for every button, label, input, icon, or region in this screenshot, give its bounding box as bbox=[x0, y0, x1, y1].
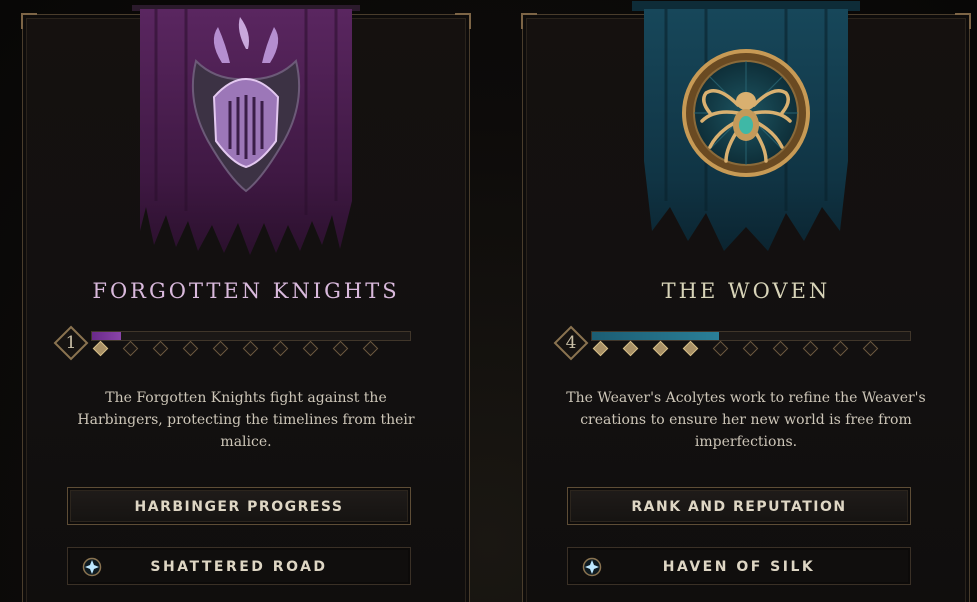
progress-fill bbox=[592, 332, 720, 340]
faction-banner bbox=[632, 1, 860, 251]
rank-node bbox=[332, 340, 349, 357]
faction-description: The Forgotten Knights fight against the … bbox=[77, 390, 415, 450]
rank-and-reputation-button[interactable]: RANK AND REPUTATION bbox=[567, 487, 911, 525]
rank-node bbox=[92, 340, 109, 357]
progress-fill bbox=[92, 332, 121, 340]
rank-node bbox=[152, 340, 169, 357]
rank-node bbox=[212, 340, 229, 357]
rank-nodes bbox=[592, 340, 911, 359]
waypoint-icon bbox=[82, 557, 102, 577]
rank-node bbox=[272, 340, 289, 357]
rank-node bbox=[862, 340, 879, 357]
rank-number: 4 bbox=[565, 333, 577, 353]
rank-node bbox=[712, 340, 729, 357]
haven-of-silk-button[interactable]: HAVEN OF SILK bbox=[567, 547, 911, 585]
rank-node bbox=[682, 340, 699, 357]
rank-node bbox=[742, 340, 759, 357]
harbinger-progress-button[interactable]: HARBINGER PROGRESS bbox=[67, 487, 411, 525]
rank-progress-bar: 4 bbox=[553, 323, 915, 363]
rank-node bbox=[592, 340, 609, 357]
rank-badge: 1 bbox=[53, 325, 89, 361]
rank-node bbox=[622, 340, 639, 357]
rank-number: 1 bbox=[65, 333, 77, 353]
faction-panel-the-woven: THE WOVEN 4 The Weaver's Acolytes work t… bbox=[521, 1, 971, 602]
spider-emblem-icon bbox=[682, 49, 810, 177]
corner-ornament bbox=[521, 13, 537, 29]
rank-node bbox=[122, 340, 139, 357]
rank-node bbox=[652, 340, 669, 357]
rank-node bbox=[362, 340, 379, 357]
rank-node bbox=[832, 340, 849, 357]
faction-description: The Weaver's Acolytes work to refine the… bbox=[566, 390, 926, 450]
shattered-road-button[interactable]: SHATTERED ROAD bbox=[67, 547, 411, 585]
rank-node bbox=[242, 340, 259, 357]
waypoint-icon bbox=[582, 557, 602, 577]
rank-node bbox=[302, 340, 319, 357]
faction-name: FORGOTTEN KNIGHTS bbox=[92, 279, 400, 303]
progress-track bbox=[591, 331, 911, 341]
rank-node bbox=[182, 340, 199, 357]
faction-panel-forgotten-knights: FORGOTTEN KNIGHTS 1 The Forgotten Knight… bbox=[21, 5, 471, 602]
rank-node bbox=[802, 340, 819, 357]
factions-screen: FORGOTTEN KNIGHTS 1 The Forgotten Knight… bbox=[0, 0, 977, 602]
corner-ornament bbox=[455, 13, 471, 29]
button-label: HAVEN OF SILK bbox=[662, 559, 816, 575]
faction-banner bbox=[132, 5, 360, 255]
rank-badge: 4 bbox=[553, 325, 589, 361]
rank-nodes bbox=[92, 340, 411, 359]
button-label: SHATTERED ROAD bbox=[150, 559, 328, 575]
corner-ornament bbox=[955, 13, 971, 29]
faction-name: THE WOVEN bbox=[661, 279, 831, 303]
progress-track bbox=[91, 331, 411, 341]
corner-ornament bbox=[21, 13, 37, 29]
rank-node bbox=[772, 340, 789, 357]
rank-progress-bar: 1 bbox=[53, 323, 415, 363]
